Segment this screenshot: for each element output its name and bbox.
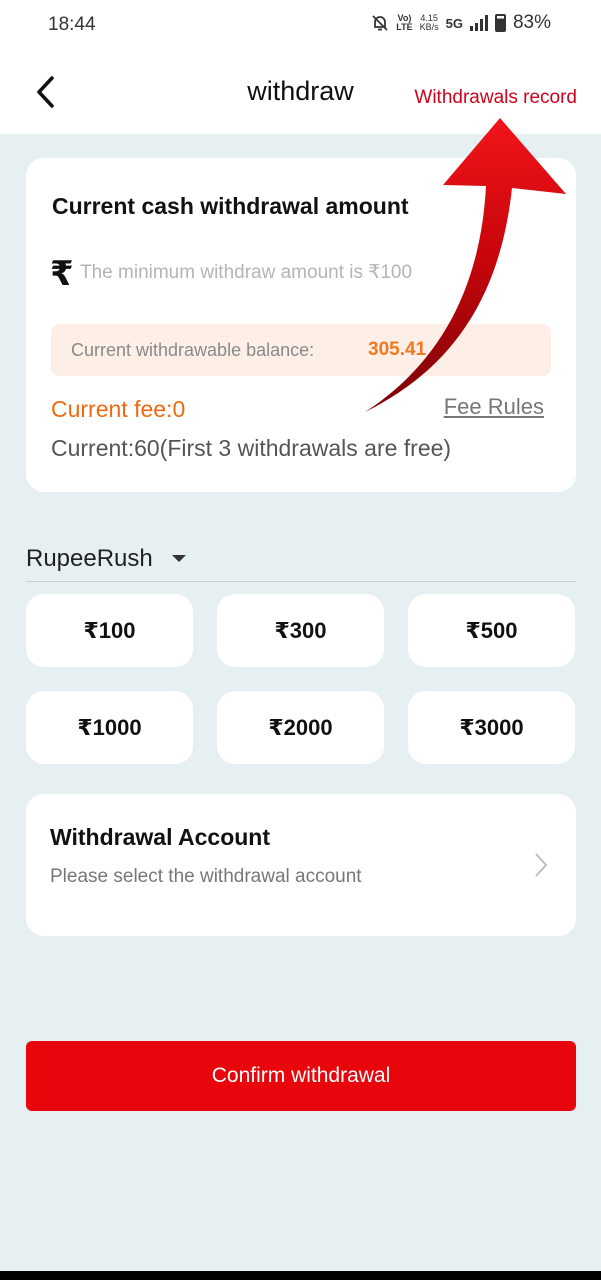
balance-box: Current withdrawable balance: 305.41 (51, 324, 551, 376)
amount-option-button[interactable]: ₹500 (408, 594, 575, 667)
account-subtitle: Please select the withdrawal account (50, 866, 362, 887)
network-type: 5G (445, 15, 463, 31)
status-bar: 18:44 Vo) LTE 4.15 KB/s 5G 83% (0, 0, 601, 50)
caret-down-icon (172, 555, 186, 562)
account-title: Withdrawal Account (50, 824, 271, 850)
nav-bar-strip (0, 1271, 601, 1280)
fee-rules-link[interactable]: Fee Rules (444, 394, 544, 420)
battery-percent: 83% (512, 12, 551, 33)
rupee-icon: ₹ (50, 255, 74, 293)
battery-icon (494, 14, 506, 32)
mute-bell-icon (372, 15, 388, 31)
withdrawals-record-link[interactable]: Withdrawals record (414, 87, 577, 109)
amount-option-button[interactable]: ₹100 (26, 594, 193, 667)
amount-option-button[interactable]: ₹3000 (408, 691, 575, 764)
amount-option-button[interactable]: ₹1000 (26, 691, 193, 764)
channel-name: RupeeRush (26, 545, 153, 572)
free-withdrawals-info: Current:60(First 3 withdrawals are free) (51, 435, 452, 461)
amount-card-title: Current cash withdrawal amount (52, 193, 409, 219)
signal-icon (469, 15, 488, 31)
chevron-right-icon (535, 853, 548, 877)
net-speed: 4.15 KB/s (419, 13, 439, 32)
volte-icon: Vo) LTE (396, 13, 413, 32)
amount-option-button[interactable]: ₹2000 (217, 691, 384, 764)
withdrawal-account-card[interactable]: Withdrawal Account Please select the wit… (26, 794, 576, 936)
top-bar: 18:44 Vo) LTE 4.15 KB/s 5G 83% withdraw … (0, 0, 601, 134)
balance-value: 305.41 (368, 339, 427, 360)
current-fee: Current fee:0 (51, 396, 186, 422)
amount-option-button[interactable]: ₹300 (217, 594, 384, 667)
status-icons: Vo) LTE 4.15 KB/s 5G 83% (371, 12, 551, 34)
status-time: 18:44 (48, 14, 96, 35)
confirm-withdrawal-button[interactable]: Confirm withdrawal (26, 1041, 576, 1111)
balance-label: Current withdrawable balance: (71, 340, 315, 360)
channel-selector[interactable]: RupeeRush (26, 543, 576, 582)
withdrawal-amount-card: Current cash withdrawal amount ₹ Current… (26, 158, 576, 492)
amount-input[interactable] (80, 258, 460, 288)
